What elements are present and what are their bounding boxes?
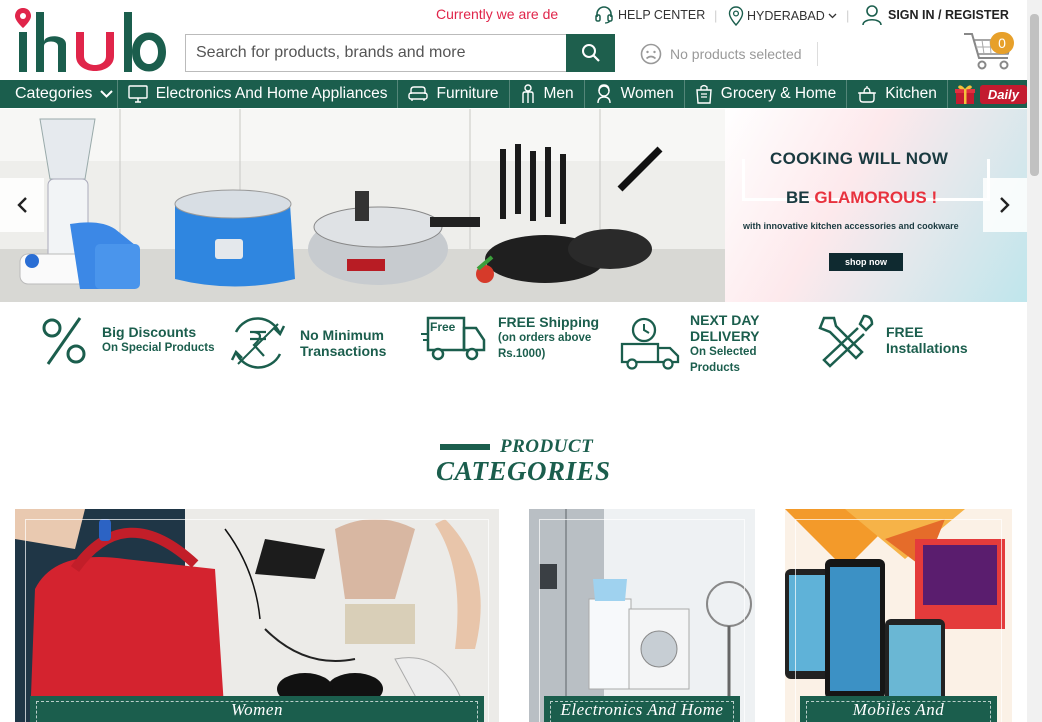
tools-icon [818,314,874,368]
nav-item-label: Electronics And Home Appliances [155,85,388,102]
user-icon [862,5,882,26]
delivery-notice: Currently we are de [436,6,559,22]
main-nav: Categories Electronics And Home Applianc… [0,80,1027,108]
compare-label: No products selected [670,46,802,62]
feature-big-discounts: Big Discounts On Special Products [36,312,214,368]
feature-subtitle: On Special Products [102,342,215,354]
categories-label: Categories [15,85,93,102]
feature-title: No Minimum [300,327,384,343]
search-input[interactable] [185,34,566,72]
banner-next-button[interactable] [983,178,1027,232]
nav-item-label: Kitchen [885,85,937,102]
tile-frame [25,519,489,722]
cart-count-badge: 0 [990,32,1014,54]
city-label: HYDERABAD [747,9,825,23]
nav-item-grocery[interactable]: Grocery & Home [685,80,848,108]
tile-frame [539,519,745,722]
feature-title: NEXT DAY [690,312,760,328]
nav-item-women[interactable]: Women [585,80,685,108]
banner-subline: with innovative kitchen accessories and … [743,221,959,231]
daily-label: Daily [979,84,1027,104]
tile-frame [795,519,1002,722]
nav-item-label: Women [620,85,674,102]
nav-item-label: Men [543,85,574,102]
category-tile-label: Electronics And Home [544,696,740,722]
woman-icon [596,84,611,104]
section-heading-line2: CATEGORIES [436,456,611,486]
categories-dropdown[interactable]: Categories [0,80,118,108]
banner-headline-2: BE GLAMOROUS ! [786,188,937,208]
banner-prev-button[interactable] [0,178,44,232]
chevron-down-icon [828,13,837,19]
feature-title: FREE Shipping [498,314,600,330]
feature-title-2: DELIVERY [690,328,760,344]
headset-icon [595,6,613,24]
man-icon [521,84,534,103]
map-pin-icon [728,6,744,26]
chevron-left-icon [17,197,27,213]
sofa-icon [408,86,429,101]
banner-headline-prefix: BE [786,188,815,207]
search-button[interactable] [566,34,615,72]
nav-item-men[interactable]: Men [510,80,585,108]
feature-free-installations: FREE Installations [814,312,968,368]
sad-face-icon [640,43,662,65]
heading-accent-line [440,444,490,450]
nav-item-electronics[interactable]: Electronics And Home Appliances [118,80,399,108]
feature-title-2: Installations [886,340,968,356]
feature-title: FREE [886,324,924,340]
nav-item-kitchen[interactable]: Kitchen [847,80,948,108]
grocery-bag-icon [696,84,712,104]
kitchen-products-image [0,109,725,302]
feature-title-2: Transactions [300,343,387,359]
feature-subtitle-2: Rs.1000) [498,348,546,360]
percent-icon [42,317,86,365]
rupee-cycle-icon [230,317,286,369]
free-badge: Free [430,320,456,334]
nav-item-label: Grocery & Home [720,85,837,102]
category-tile-label: Mobiles And [800,696,997,722]
chevron-right-icon [1000,197,1010,213]
feature-free-shipping: Free FREE Shipping (on orders above Rs.1… [420,312,599,364]
category-tile-mobiles[interactable]: Mobiles And [785,509,1012,722]
monitor-icon [128,85,148,103]
nav-item-daily[interactable]: Daily [948,83,1027,105]
cooking-pot-icon [858,86,877,103]
divider: | [846,8,850,23]
help-center-link[interactable]: HELP CENTER [594,6,705,24]
divider: | [714,8,718,23]
hero-banner[interactable]: COOKING WILL NOW BE GLAMOROUS ! with inn… [0,109,1027,302]
gift-icon [954,85,975,104]
city-selector[interactable]: HYDERABAD [728,6,837,26]
ihub-logo[interactable] [14,6,168,76]
chevron-down-icon [100,90,114,98]
feature-next-day-delivery: NEXT DAY DELIVERY On Selected Products [618,312,760,376]
category-tile-label: Women [30,696,484,722]
sign-in-register-link[interactable]: SIGN IN / REGISTER [862,4,1009,26]
sign-in-label: SIGN IN / REGISTER [888,8,1009,22]
free-truck-icon: Free [421,316,486,361]
feature-subtitle: On Selected [690,346,757,358]
search-bar [185,34,615,72]
feature-subtitle: (on orders above [498,332,592,344]
section-heading-line1: PRODUCT [500,436,594,457]
shop-now-button[interactable]: shop now [829,253,903,271]
feature-subtitle-2: Products [690,362,740,374]
page: Currently we are de HELP CENTER | HYDERA… [0,0,1042,722]
feature-title: Big Discounts [102,324,197,340]
clock-truck-icon [620,317,680,370]
feature-no-minimum: No Minimum Transactions [226,312,386,374]
scrollbar-thumb[interactable] [1030,14,1039,176]
category-tile-women[interactable]: Women [15,509,499,722]
banner-headline-highlight: GLAMOROUS ! [814,188,938,207]
category-tile-electronics[interactable]: Electronics And Home [529,509,755,722]
banner-headline: COOKING WILL NOW [770,149,949,168]
help-center-label: HELP CENTER [618,8,706,22]
nav-item-furniture[interactable]: Furniture [398,80,510,108]
search-icon [581,44,600,62]
nav-item-label: Furniture [436,85,499,102]
compare-products[interactable]: No products selected [640,42,818,66]
